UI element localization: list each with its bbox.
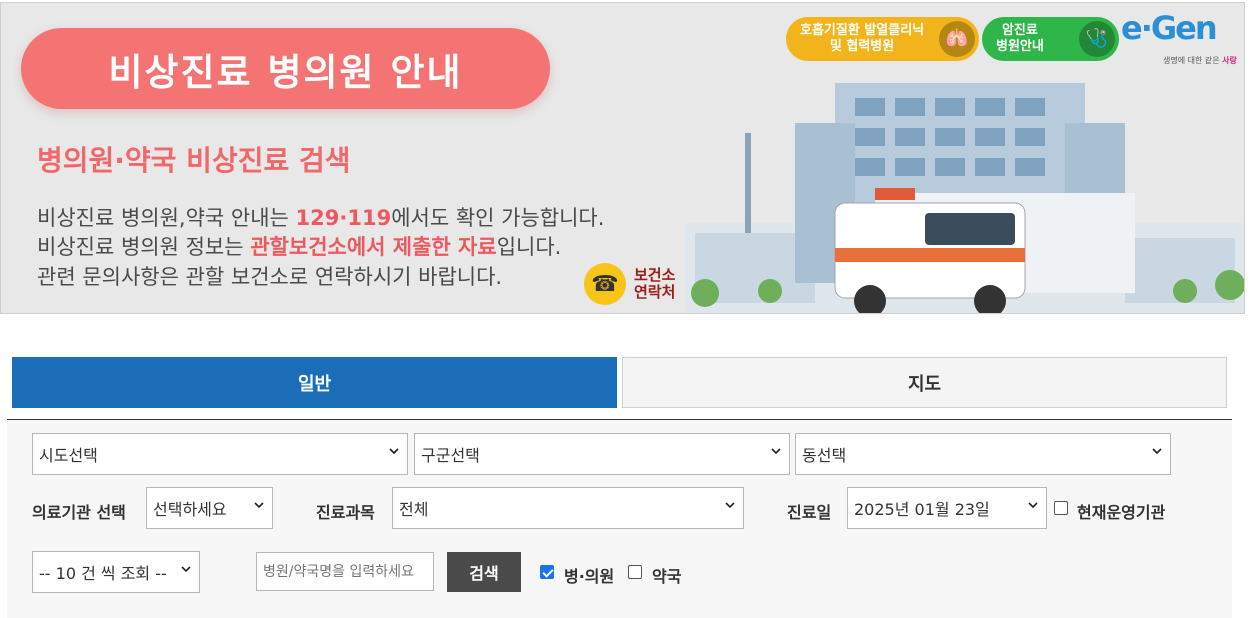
- cancer-label-line1: 암진료: [1001, 23, 1038, 38]
- contact-label-line2: 연락처: [634, 283, 676, 301]
- banner-title-pill: 비상진료 병의원 안내: [21, 28, 550, 109]
- tab-general[interactable]: 일반: [12, 357, 617, 408]
- hospital-label: 병·의원: [564, 567, 615, 586]
- banner: 비상진료 병의원 안내 병의원·약국 비상진료 검색 비상진료 병의원,약국 안…: [0, 2, 1245, 314]
- date-label: 진료일: [787, 503, 832, 522]
- lungs-icon: 🫁: [939, 21, 975, 57]
- banner-desc-line2: 비상진료 병의원 정보는 관할보건소에서 제출한 자료입니다.: [37, 231, 561, 261]
- resp-label-line1: 호흡기질환 발열클리닉: [800, 23, 925, 38]
- chevron-down-icon: [254, 502, 264, 509]
- egen-logo[interactable]: e·Gen 생명에 대한 같은 사랑: [1121, 9, 1241, 69]
- department-select[interactable]: 전체: [392, 487, 744, 529]
- cancer-hospital-button[interactable]: 암진료 병원안내 🩺: [982, 17, 1119, 61]
- desc-text: 에서도 확인 가능합니다.: [391, 206, 605, 230]
- chevron-down-icon: [1028, 502, 1038, 509]
- cancer-hospital-label: 암진료 병원안내: [996, 23, 1044, 55]
- pharmacy-label: 약국: [652, 567, 682, 586]
- page-size-select[interactable]: -- 10 건 씩 조회 --: [32, 551, 200, 593]
- banner-title: 비상진료 병의원 안내: [108, 50, 463, 94]
- pharmacy-checkbox[interactable]: [628, 565, 642, 579]
- tab-map[interactable]: 지도: [622, 357, 1227, 408]
- chevron-down-icon: [389, 448, 399, 455]
- desc-text: 비상진료 병의원 정보는: [37, 235, 251, 259]
- desc-text: 입니다.: [496, 235, 562, 259]
- chevron-down-icon: [771, 448, 781, 455]
- logo-tagline-highlight: 사랑: [1222, 56, 1237, 65]
- logo-text: e·Gen: [1121, 9, 1218, 47]
- date-select[interactable]: 2025년 01월 23일: [847, 487, 1047, 529]
- institution-label: 의료기관 선택: [32, 503, 126, 522]
- chevron-down-icon: [1152, 448, 1162, 455]
- banner-desc-line3: 관련 문의사항은 관할 보건소로 연락하시기 바랍니다.: [37, 265, 503, 289]
- page-size-value: -- 10 건 씩 조회 --: [39, 564, 167, 583]
- department-select-value: 전체: [399, 500, 429, 519]
- sido-select[interactable]: 시도선택: [32, 433, 408, 475]
- hospital-checkbox[interactable]: [540, 565, 554, 579]
- desc-text: 비상진료 병의원,약국 안내는: [37, 206, 296, 230]
- date-select-value: 2025년 01월 23일: [854, 500, 990, 519]
- resp-label-line2: 및 협력병원: [829, 39, 895, 54]
- institution-select[interactable]: 선택하세요: [146, 487, 273, 529]
- search-button[interactable]: 검색: [447, 552, 521, 592]
- respiratory-clinic-label: 호흡기질환 발열클리닉 및 협력병원: [800, 23, 924, 55]
- contact-label-line1: 보건소: [634, 266, 676, 284]
- contact-label: 보건소 연락처: [634, 267, 675, 301]
- banner-desc-line1: 비상진료 병의원,약국 안내는 129·119에서도 확인 가능합니다.: [37, 202, 604, 232]
- dong-select-value: 동선택: [802, 446, 847, 465]
- cancer-label-line2: 병원안내: [996, 39, 1044, 54]
- phone-icon: ☎: [584, 263, 626, 305]
- hospital-ambulance-illustration: [685, 83, 1244, 313]
- institution-select-value: 선택하세요: [153, 500, 227, 519]
- logo-tagline-text: 생명에 대한 같은: [1163, 56, 1223, 65]
- respiratory-clinic-button[interactable]: 호흡기질환 발열클리닉 및 협력병원 🫁: [786, 17, 979, 61]
- gugun-select[interactable]: 구군선택: [414, 433, 790, 475]
- gugun-select-value: 구군선택: [421, 446, 480, 465]
- search-input[interactable]: [256, 552, 434, 591]
- logo-tagline: 생명에 대한 같은 사랑: [1163, 55, 1237, 66]
- desc-highlight: 관할보건소에서 제출한 자료: [250, 235, 497, 259]
- chevron-down-icon: [725, 502, 735, 509]
- dong-select[interactable]: 동선택: [795, 433, 1171, 475]
- health-center-contact-button[interactable]: ☎ 보건소 연락처: [584, 263, 675, 305]
- open-now-label: 현재운영기관: [1077, 503, 1166, 522]
- sido-select-value: 시도선택: [39, 446, 98, 465]
- chevron-down-icon: [181, 566, 191, 573]
- desc-highlight: 129·119: [295, 206, 392, 230]
- stethoscope-icon: 🩺: [1079, 21, 1115, 57]
- department-label: 진료과목: [316, 503, 375, 522]
- banner-subtitle: 병의원·약국 비상진료 검색: [37, 144, 351, 177]
- open-now-checkbox[interactable]: [1054, 501, 1068, 515]
